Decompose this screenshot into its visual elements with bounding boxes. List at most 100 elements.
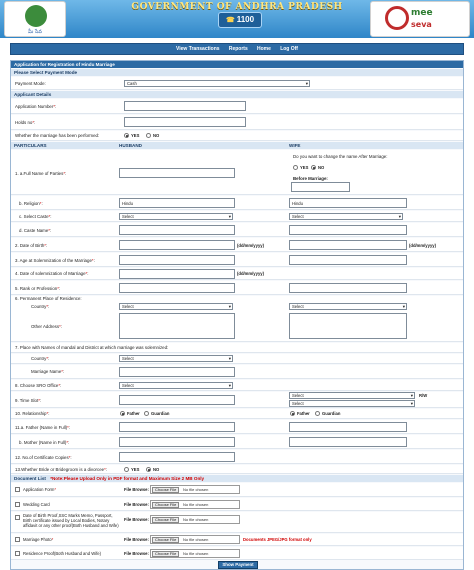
copies-row: 12. No.of Certificate Copies*: [11,450,463,464]
other-address-label-text: Other Address [31,324,60,329]
wife-rank-input[interactable] [289,283,407,293]
doc-application-file-input[interactable]: Choose File No file chosen [150,485,240,494]
choose-file-button[interactable]: Choose File [152,551,180,557]
doc-dob-proof-checkbox[interactable] [15,515,20,520]
doc-dob-proof-file-input[interactable]: Choose File No file chosen [150,515,240,524]
place-country-row: Country*: Select [11,354,463,364]
husband-mother-name-input[interactable] [119,437,235,447]
solemnization-date-format: (dd/mm/yyyy) [237,271,264,276]
wife-father-radio[interactable] [290,411,295,416]
performed-row: Whether the marriage has been performed:… [11,131,463,141]
husband-guardian-radio[interactable] [144,411,149,416]
husband-dob-format: (dd/mm/yyyy) [237,243,264,248]
husband-address-textarea[interactable] [119,313,235,339]
nav-view-transactions[interactable]: View Transactions [176,44,220,54]
copies-input[interactable] [119,452,235,462]
age-label-text: 3. Age at Solemnization of the Marriage [15,258,92,263]
copies-label: 12. No.of Certificate Copies*: [15,455,72,460]
age-label: 3. Age at Solemnization of the Marriage*… [15,258,95,263]
wife-age-input[interactable] [289,255,407,265]
choose-file-button[interactable]: Choose File [152,537,180,543]
residence-row: 6. Permanent Place of Residence: Country… [11,296,463,342]
wife-address-textarea[interactable] [289,313,407,339]
no-file-text: No file chosen [183,537,209,542]
document-list-title: Document List [14,476,46,481]
holds-input[interactable] [124,117,246,127]
marriage-name-row: Marriage Name*: [11,365,463,379]
choose-file-button[interactable]: Choose File [152,487,180,493]
husband-full-name-input[interactable] [119,168,235,178]
doc-photo-file-input[interactable]: Choose File No file chosen [150,535,240,544]
time-slot-input[interactable] [119,395,235,405]
document-list-header: Document List *Note:Please Upload Only i… [11,475,463,482]
choose-file-button[interactable]: Choose File [152,517,180,523]
show-payment-button[interactable]: Show Payment [218,561,258,569]
marriage-name-label: Marriage Name*: [31,369,65,374]
wife-country-select[interactable]: Select [289,303,407,310]
time-slot-select-2[interactable]: Select [289,400,415,407]
change-name-no-radio[interactable] [311,165,316,170]
performed-no-radio[interactable] [146,133,151,138]
divorcee-yes-radio[interactable] [124,467,129,472]
sro-office-select[interactable]: Select [119,382,233,389]
wife-caste-name-input[interactable] [289,225,407,235]
mother-name-label: b. Mother (Name in Full)*: [19,440,70,445]
performed-yes-radio[interactable] [124,133,129,138]
change-name-yes-radio[interactable] [293,165,298,170]
nav-home[interactable]: Home [257,44,271,54]
doc-application-checkbox[interactable] [15,487,20,492]
husband-country-select[interactable]: Select [119,303,233,310]
doc-residence-checkbox[interactable] [15,551,20,556]
app-number-label: Application Number*: [15,104,57,109]
wife-father-name-input[interactable] [289,422,407,432]
place-row: 7. Place with Names of mandal and Distri… [11,343,463,353]
sro-row: 8. Choose SRO Office*: Select [11,380,463,391]
doc-row-wedding: Wedding Card File Browse: Choose File No… [11,498,463,511]
place-country-select[interactable]: Select [119,355,233,362]
husband-age-input[interactable] [119,255,235,265]
full-name-label-text: 1. a.Full Name of Parties [15,171,64,176]
father-name-row: 11.a. Father (Name in Full)*: [11,420,463,434]
nav-reports[interactable]: Reports [229,44,248,54]
country-label-text: Country [31,304,47,309]
husband-dob-input[interactable] [119,240,235,250]
doc-application-label: Application Form* [23,487,57,492]
nav-log-off[interactable]: Log Off [280,44,298,54]
husband-father-name-input[interactable] [119,422,235,432]
wife-caste-select[interactable]: Select [289,213,403,220]
husband-caste-select[interactable]: Select [119,213,233,220]
doc-wedding-label: Wedding Card [23,502,50,507]
doc-residence-file-input[interactable]: Choose File No file chosen [150,549,240,558]
before-marriage-label: Before Marriage: [293,176,328,181]
marriage-name-input[interactable] [119,367,235,377]
time-slot-select-1[interactable]: Select [289,392,415,399]
wife-guardian-radio[interactable] [315,411,320,416]
payment-mode-select[interactable]: Cash [124,80,310,87]
rank-label: 5. Rank or Profession*: [15,286,61,291]
app-number-label-text: Application Number [15,104,54,109]
meeseva-logo-right: mee seva [370,1,470,37]
place-country-label-text: Country [31,356,47,361]
application-number-input[interactable] [124,101,246,111]
wife-mother-name-input[interactable] [289,437,407,447]
solemnization-date-input[interactable] [119,269,235,279]
wife-dob-input[interactable] [289,240,407,250]
phone-icon: ☎ [225,17,235,24]
choose-file-button[interactable]: Choose File [152,502,180,508]
doc-photo-checkbox[interactable] [15,537,20,542]
relationship-label-text: 10. Relationship [15,411,47,416]
husband-caste-name-input[interactable] [119,225,235,235]
particulars-header: PARTICULARS HUSBAND WIFE [11,142,463,149]
wife-name-before-marriage-input[interactable] [291,182,350,192]
copies-label-text: 12. No.of Certificate Copies [15,455,69,460]
wife-religion-input[interactable]: Hindu [289,198,407,208]
husband-rank-input[interactable] [119,283,235,293]
divorcee-label: 13.Whether Bride or Bridegroom is a divo… [15,467,108,472]
husband-father-radio[interactable] [120,411,125,416]
doc-wedding-checkbox[interactable] [15,502,20,507]
divorcee-no-radio[interactable] [146,467,151,472]
caste-name-row: d. Caste Name*: [11,223,463,237]
husband-religion-input[interactable]: Hindu [119,198,235,208]
marriage-name-label-text: Marriage Name [31,369,62,374]
doc-wedding-file-input[interactable]: Choose File No file chosen [150,500,240,509]
